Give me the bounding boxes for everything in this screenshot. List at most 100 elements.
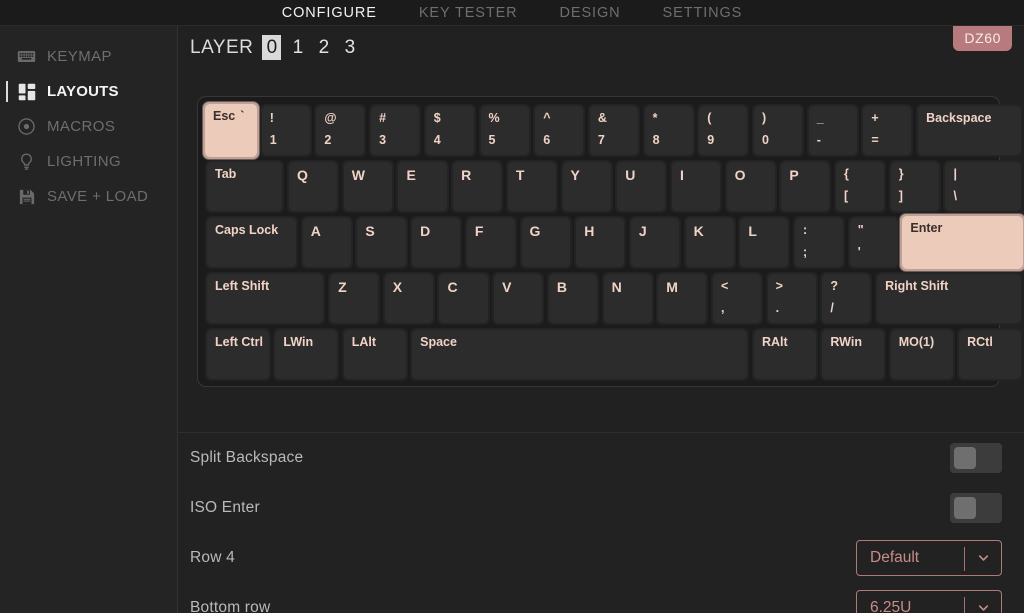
key-p[interactable]: P <box>779 160 832 213</box>
key-y[interactable]: Y <box>560 160 613 213</box>
key--[interactable]: }] <box>888 160 941 213</box>
key-legend-primary: | <box>953 167 957 181</box>
key--[interactable]: $4 <box>423 104 476 157</box>
key-right-shift[interactable]: Right Shift <box>875 272 1023 325</box>
keycap: Q <box>289 162 338 211</box>
key-o[interactable]: O <box>724 160 777 213</box>
key-g[interactable]: G <box>519 216 572 269</box>
key-t[interactable]: T <box>505 160 558 213</box>
key-r[interactable]: R <box>451 160 504 213</box>
key-backspace[interactable]: Backspace <box>916 104 1023 157</box>
key-legend: LWin <box>283 335 313 349</box>
key-legend-primary: @ <box>324 111 337 125</box>
key-k[interactable]: K <box>683 216 736 269</box>
sidebar-item-save-load[interactable]: SAVE + LOAD <box>0 179 177 214</box>
key-caps-lock[interactable]: Caps Lock <box>205 216 299 269</box>
tab-design[interactable]: DESIGN <box>560 5 621 21</box>
key-lalt[interactable]: LAlt <box>341 328 408 381</box>
key-ralt[interactable]: RAlt <box>752 328 818 381</box>
key-m[interactable]: M <box>656 272 709 325</box>
key-h[interactable]: H <box>574 216 627 269</box>
key--[interactable]: + = <box>861 104 914 157</box>
toggle-split-backspace[interactable] <box>950 443 1002 473</box>
sidebar-item-lighting[interactable]: LIGHTING <box>0 144 177 179</box>
key-space[interactable]: Space <box>410 328 750 381</box>
key--[interactable]: <, <box>710 272 764 325</box>
keycap: K <box>685 218 734 267</box>
layer-option-1[interactable]: 1 <box>288 35 307 60</box>
key-legend: & 7 <box>598 111 607 147</box>
key-u[interactable]: U <box>615 160 668 213</box>
key-f[interactable]: F <box>464 216 517 269</box>
key-rwin[interactable]: RWin <box>820 328 887 381</box>
key-a[interactable]: A <box>300 216 353 269</box>
key--[interactable]: * 8 <box>642 104 695 157</box>
key-legend-primary: B <box>556 279 567 295</box>
tab-key-tester[interactable]: KEY TESTER <box>419 5 518 21</box>
key-left-ctrl[interactable]: Left Ctrl <box>205 328 271 381</box>
key-x[interactable]: X <box>382 272 435 325</box>
key-([interactable]: (9 <box>697 104 750 157</box>
key-legend: % 5 <box>489 111 500 147</box>
key-rctl[interactable]: RCtl <box>957 328 1023 381</box>
device-badge: DZ60 <box>953 26 1012 51</box>
key-j[interactable]: J <box>628 216 682 269</box>
option-control <box>950 443 1002 473</box>
key-esc[interactable]: Esc ` <box>203 102 260 159</box>
key-v[interactable]: V <box>492 272 545 325</box>
key--[interactable]: {[ <box>834 160 887 213</box>
key--[interactable]: #3 <box>369 104 422 157</box>
keyboard-rows: Esc `! 1 @2 #3 $4 % 5 ^ 6 & 7 * 8(9) 0 _ - + = Backspace Tab… <box>203 102 1024 381</box>
key--[interactable]: @2 <box>314 104 367 157</box>
select-bottom-row[interactable]: 6.25U <box>856 590 1002 613</box>
key-)[interactable]: ) 0 <box>752 104 805 157</box>
record-icon <box>17 117 36 136</box>
key-mo(1)[interactable]: MO(1) <box>888 328 955 381</box>
select-value: Default <box>870 549 920 566</box>
key-legend-primary: } <box>898 167 904 181</box>
key-w[interactable]: W <box>341 160 394 213</box>
key--[interactable]: ? / <box>820 272 873 325</box>
key-tab[interactable]: Tab <box>205 160 285 213</box>
key-legend: V <box>502 280 511 295</box>
layer-option-0[interactable]: 0 <box>262 35 282 60</box>
key-c[interactable]: C <box>437 272 490 325</box>
key-d[interactable]: D <box>410 216 463 269</box>
key--[interactable]: >. <box>765 272 818 325</box>
main-content: L A Y ER 0123 DZ60 Esc `! 1 @2 #3 $4 % 5 ^ 6 & 7 * 8(9) 0… <box>178 26 1024 613</box>
key--[interactable]: ! 1 <box>259 104 312 157</box>
key--[interactable]: " ' <box>847 216 900 269</box>
sidebar-item-keymap[interactable]: KEYMAP <box>0 39 177 74</box>
key-lwin[interactable]: LWin <box>273 328 340 381</box>
sidebar-item-macros[interactable]: MACROS <box>0 109 177 144</box>
layer-option-2[interactable]: 2 <box>314 35 333 60</box>
toggle-iso-enter[interactable] <box>950 493 1002 523</box>
key-i[interactable]: I <box>669 160 723 213</box>
key-legend-primary: Q <box>297 167 308 183</box>
key--[interactable]: :; <box>793 216 846 269</box>
key-z[interactable]: Z <box>328 272 381 325</box>
key-n[interactable]: N <box>601 272 654 325</box>
tab-settings[interactable]: SETTINGS <box>663 5 743 21</box>
key--[interactable]: ^ 6 <box>533 104 586 157</box>
select-row-4[interactable]: Default <box>856 540 1002 576</box>
layer-option-3[interactable]: 3 <box>340 35 359 60</box>
sidebar-item-layouts[interactable]: LAYOUTS <box>0 74 177 109</box>
key--[interactable]: _ - <box>806 104 859 157</box>
keycap: " ' <box>849 218 898 267</box>
key-legend: M <box>666 280 678 295</box>
key-l[interactable]: L <box>738 216 791 269</box>
key-enter[interactable]: Enter <box>900 214 1024 271</box>
key-s[interactable]: S <box>355 216 408 269</box>
key-b[interactable]: B <box>546 272 599 325</box>
key--[interactable]: | \ <box>943 160 1023 213</box>
tab-configure[interactable]: CONFIGURE <box>282 5 377 21</box>
key-q[interactable]: Q <box>287 160 340 213</box>
key--[interactable]: & 7 <box>587 104 640 157</box>
key-legend: {[ <box>844 167 849 203</box>
key-left-shift[interactable]: Left Shift <box>205 272 326 325</box>
key-legend: D <box>420 224 430 239</box>
key--[interactable]: % 5 <box>478 104 531 157</box>
key-e[interactable]: E <box>396 160 449 213</box>
key-legend-primary: D <box>420 223 431 239</box>
